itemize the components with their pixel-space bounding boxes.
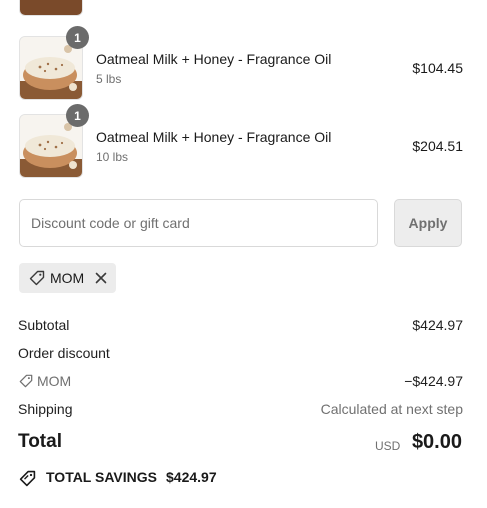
quantity-badge: 1 (66, 104, 89, 127)
currency-code: USD (375, 439, 401, 453)
subtotal-value: $424.97 (412, 317, 463, 333)
discount-tag-icon (19, 373, 33, 389)
total-value: $0.00 (411, 431, 462, 453)
subtotal-row: Subtotal $424.97 (18, 317, 463, 335)
savings-tag-icon (19, 470, 36, 490)
cart-item: 1 Oatmeal Milk + Honey - Fragrance Oil 1… (19, 104, 463, 178)
item-price: $204.51 (412, 138, 463, 154)
apply-button[interactable]: Apply (394, 199, 462, 247)
shipping-row: Shipping Calculated at next step (18, 401, 463, 419)
savings-amount: $424.97 (166, 469, 217, 485)
subtotal-label: Subtotal (18, 317, 70, 333)
applied-discount-chip: MOM (19, 263, 116, 293)
item-name: Oatmeal Milk + Honey - Fragrance Oil (96, 51, 332, 67)
close-icon[interactable] (94, 271, 108, 288)
tag-icon (29, 270, 45, 289)
discount-code-label: MOM (50, 270, 85, 286)
shipping-label: Shipping (18, 401, 73, 417)
item-variant: 5 lbs (96, 72, 122, 86)
total-label: Total (18, 431, 62, 452)
shipping-value: Calculated at next step (320, 401, 463, 417)
order-discount-row: Order discount (18, 345, 463, 363)
discount-code-input[interactable] (19, 199, 378, 247)
discount-code-row: MOM −$424.97 (18, 373, 463, 391)
cart-item: 2 oz (19, 0, 463, 16)
item-price: $104.45 (412, 60, 463, 76)
cart-item: 1 Oatmeal Milk + Honey - Fragrance Oil 5… (19, 26, 463, 100)
discount-code-name: MOM (37, 373, 72, 389)
item-name: Oatmeal Milk + Honey - Fragrance Oil (96, 129, 332, 145)
savings-label: TOTAL SAVINGS (46, 469, 157, 485)
quantity-badge: 1 (66, 26, 89, 49)
order-discount-label: Order discount (18, 345, 110, 361)
product-thumbnail (19, 0, 83, 16)
discount-amount: −$424.97 (404, 373, 463, 389)
item-variant: 2 oz (96, 0, 119, 2)
item-variant: 10 lbs (96, 150, 129, 164)
